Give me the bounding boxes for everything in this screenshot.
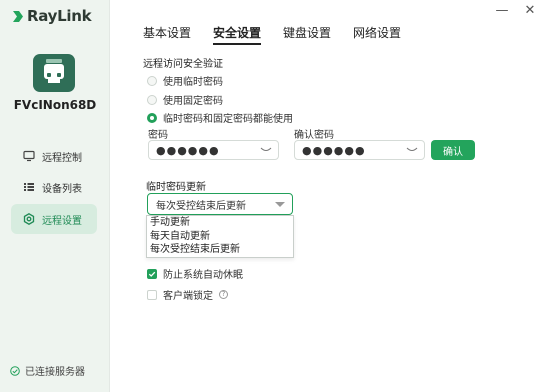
device-name: FVcINon68D	[13, 98, 97, 112]
monitor-icon	[23, 150, 35, 162]
tab-keyboard-settings[interactable]: 键盘设置	[283, 24, 331, 45]
temp-password-select[interactable]: 每次受控结束后更新	[147, 193, 293, 215]
checkbox-label: 防止系统自动休眠	[163, 270, 243, 281]
eye-closed-icon[interactable]	[406, 146, 418, 154]
sidebar-item-device-list[interactable]: 设备列表	[11, 172, 97, 202]
confirm-password-field[interactable]: ●●●●●●	[294, 140, 425, 160]
radio-button[interactable]	[147, 94, 157, 105]
dropdown-option-manual[interactable]: 手动更新	[147, 216, 293, 230]
password-value: ●●●●●●	[156, 143, 220, 157]
dropdown-option-daily[interactable]: 每天自动更新	[147, 230, 293, 244]
sidebar-item-remote-settings[interactable]: 远程设置	[11, 204, 97, 234]
settings-icon	[23, 213, 35, 225]
radio-label: 临时密码和固定密码都能使用	[163, 114, 293, 125]
sidebar-item-label: 设备列表	[42, 183, 82, 195]
temp-password-dropdown: 手动更新 每天自动更新 每次受控结束后更新	[146, 215, 294, 258]
chevron-down-icon	[275, 202, 285, 207]
server-status-text: 已连接服务器	[25, 367, 85, 378]
server-status: 已连接服务器	[10, 363, 85, 378]
checkbox[interactable]	[147, 289, 157, 300]
radio-label: 使用临时密码	[163, 77, 223, 88]
confirm-password-value: ●●●●●●	[302, 143, 366, 157]
device-icon	[44, 59, 64, 83]
radio-both-passwords[interactable]: 临时密码和固定密码都能使用	[147, 110, 293, 125]
tab-security-settings[interactable]: 安全设置	[213, 24, 262, 45]
sidebar-item-label: 远程控制	[42, 152, 82, 164]
confirm-button[interactable]: 确认	[431, 140, 475, 160]
eye-closed-icon[interactable]	[260, 146, 272, 154]
temp-password-heading: 临时密码更新	[146, 182, 206, 193]
logo-text: RayLink	[27, 7, 92, 25]
sidebar: RayLink FVcINon68D 远程控制 设备列表 远程设置 已连接服务器	[0, 0, 110, 392]
password-field[interactable]: ●●●●●●	[148, 140, 279, 160]
radio-button[interactable]	[147, 112, 157, 123]
checkbox-label: 客户端锁定	[163, 291, 213, 302]
password-label: 密码	[148, 130, 168, 141]
select-value: 每次受控结束后更新	[156, 200, 246, 212]
minimize-button[interactable]: —	[495, 4, 509, 18]
checkmark-icon	[148, 271, 156, 277]
help-icon[interactable]: ?	[219, 290, 228, 299]
tab-basic-settings[interactable]: 基本设置	[143, 24, 191, 45]
confirm-password-label: 确认密码	[294, 130, 334, 141]
list-icon	[24, 183, 34, 191]
sidebar-item-label: 远程设置	[42, 215, 82, 227]
raylink-logo-icon	[13, 10, 23, 22]
app-logo: RayLink	[12, 7, 92, 25]
radio-fixed-password[interactable]: 使用固定密码	[147, 92, 223, 107]
checkbox[interactable]	[147, 268, 157, 279]
security-heading: 远程访问安全验证	[143, 59, 223, 70]
dropdown-option-after-session[interactable]: 每次受控结束后更新	[147, 243, 293, 257]
device-avatar	[33, 54, 75, 92]
client-lock-option[interactable]: 客户端锁定 ?	[147, 287, 228, 302]
prevent-sleep-option[interactable]: 防止系统自动休眠	[147, 266, 243, 281]
radio-temp-password[interactable]: 使用临时密码	[147, 73, 223, 88]
radio-label: 使用固定密码	[163, 96, 223, 107]
sidebar-item-remote-control[interactable]: 远程控制	[11, 141, 97, 171]
tab-network-settings[interactable]: 网络设置	[353, 24, 401, 45]
settings-tabs: 基本设置 安全设置 键盘设置 网络设置	[143, 24, 401, 45]
close-button[interactable]: ✕	[523, 4, 537, 18]
check-circle-icon	[10, 365, 20, 376]
radio-button[interactable]	[147, 75, 157, 86]
